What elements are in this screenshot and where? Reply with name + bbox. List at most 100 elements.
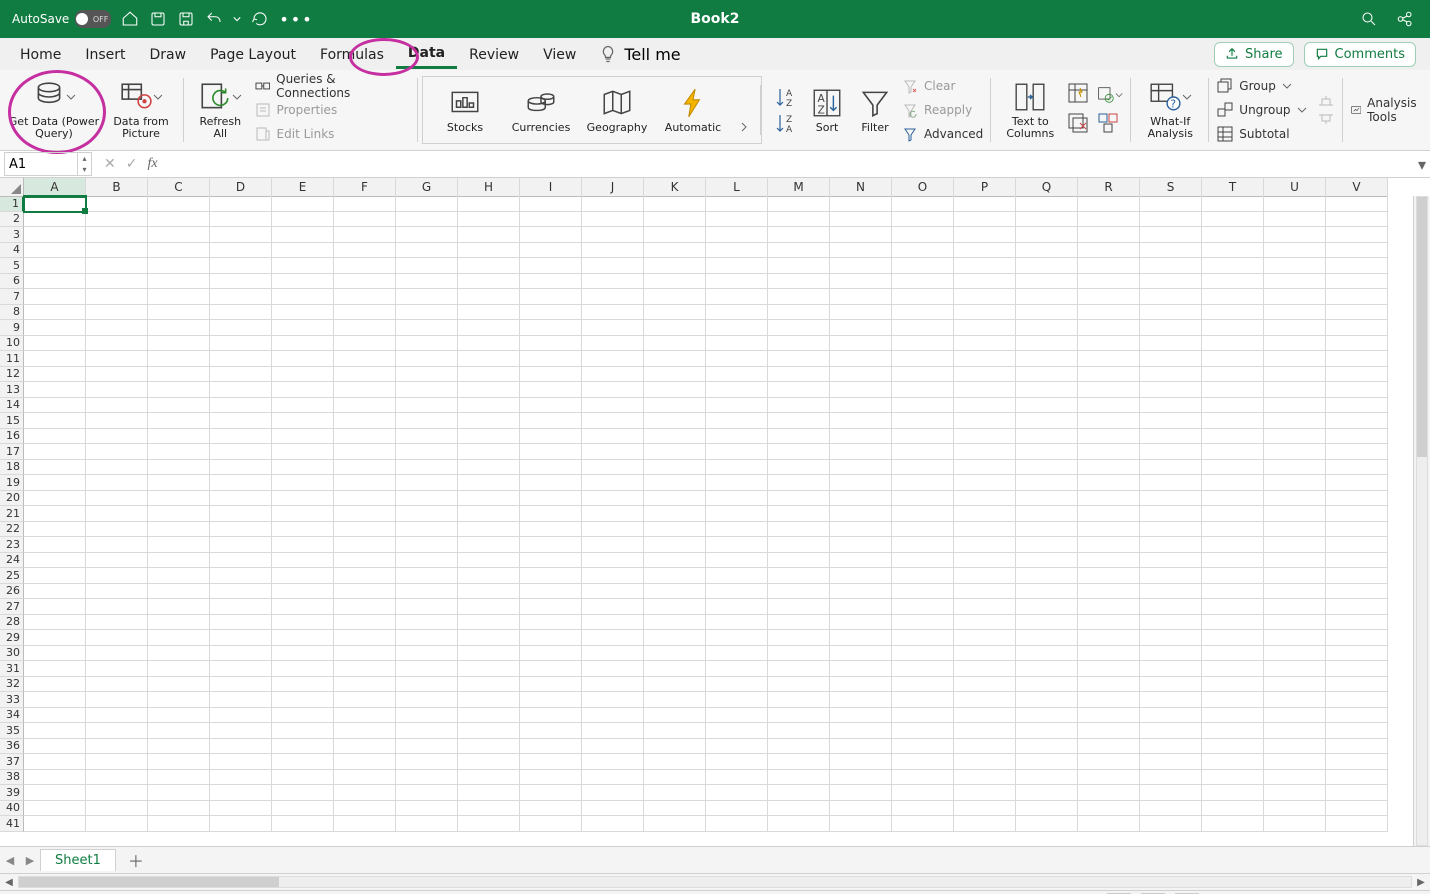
row-header[interactable]: 34 bbox=[0, 708, 24, 724]
cell[interactable] bbox=[892, 274, 954, 290]
cell[interactable] bbox=[954, 243, 1016, 259]
cell[interactable] bbox=[768, 646, 830, 662]
cell[interactable] bbox=[1326, 553, 1388, 569]
cell[interactable] bbox=[334, 553, 396, 569]
cell[interactable] bbox=[1078, 243, 1140, 259]
cell[interactable] bbox=[706, 646, 768, 662]
cell[interactable] bbox=[1078, 522, 1140, 538]
cell[interactable] bbox=[892, 336, 954, 352]
cell[interactable] bbox=[1264, 723, 1326, 739]
cell[interactable] bbox=[148, 258, 210, 274]
row-header[interactable]: 3 bbox=[0, 227, 24, 243]
cell[interactable] bbox=[954, 227, 1016, 243]
cell[interactable] bbox=[706, 274, 768, 290]
cell[interactable] bbox=[1202, 274, 1264, 290]
cell[interactable] bbox=[458, 677, 520, 693]
cell[interactable] bbox=[830, 661, 892, 677]
cell[interactable] bbox=[148, 351, 210, 367]
cell[interactable] bbox=[272, 336, 334, 352]
cell[interactable] bbox=[1202, 754, 1264, 770]
cell[interactable] bbox=[334, 584, 396, 600]
cell[interactable] bbox=[644, 646, 706, 662]
cell[interactable] bbox=[458, 553, 520, 569]
column-header[interactable]: B bbox=[86, 178, 148, 197]
cell[interactable] bbox=[1326, 351, 1388, 367]
cell[interactable] bbox=[768, 739, 830, 755]
cell[interactable] bbox=[458, 429, 520, 445]
redo-icon[interactable] bbox=[251, 10, 269, 28]
cell[interactable] bbox=[458, 258, 520, 274]
cell[interactable] bbox=[954, 754, 1016, 770]
cell[interactable] bbox=[334, 367, 396, 383]
cell[interactable] bbox=[210, 212, 272, 228]
column-header[interactable]: O bbox=[892, 178, 954, 197]
cell[interactable] bbox=[520, 537, 582, 553]
cell[interactable] bbox=[892, 754, 954, 770]
cell[interactable] bbox=[458, 196, 520, 212]
cell[interactable] bbox=[954, 630, 1016, 646]
cell[interactable] bbox=[1016, 289, 1078, 305]
cell[interactable] bbox=[148, 475, 210, 491]
cell[interactable] bbox=[272, 491, 334, 507]
autosave-switch[interactable]: OFF bbox=[75, 10, 111, 28]
cell[interactable] bbox=[334, 739, 396, 755]
cell[interactable] bbox=[396, 227, 458, 243]
cell[interactable] bbox=[520, 227, 582, 243]
cell[interactable] bbox=[1326, 460, 1388, 476]
cell[interactable] bbox=[1202, 227, 1264, 243]
namebox-down-icon[interactable]: ▾ bbox=[77, 164, 91, 175]
cell[interactable] bbox=[1078, 227, 1140, 243]
cell[interactable] bbox=[830, 692, 892, 708]
cell[interactable] bbox=[148, 785, 210, 801]
cell[interactable] bbox=[458, 336, 520, 352]
cell[interactable] bbox=[1140, 537, 1202, 553]
cell[interactable] bbox=[272, 243, 334, 259]
cell[interactable] bbox=[210, 692, 272, 708]
tab-data[interactable]: Data bbox=[396, 39, 457, 69]
cell[interactable] bbox=[24, 708, 86, 724]
cell[interactable] bbox=[334, 460, 396, 476]
cell[interactable] bbox=[1326, 243, 1388, 259]
cell[interactable] bbox=[582, 227, 644, 243]
cell[interactable] bbox=[768, 584, 830, 600]
remove-duplicates-icon[interactable] bbox=[1067, 112, 1089, 134]
cell[interactable] bbox=[954, 460, 1016, 476]
add-sheet-button[interactable]: ＋ bbox=[124, 848, 148, 872]
cell[interactable] bbox=[1264, 212, 1326, 228]
row-header[interactable]: 41 bbox=[0, 816, 24, 832]
row-header[interactable]: 29 bbox=[0, 630, 24, 646]
row-header[interactable]: 18 bbox=[0, 460, 24, 476]
cell[interactable] bbox=[830, 646, 892, 662]
row-header[interactable]: 17 bbox=[0, 444, 24, 460]
cell[interactable] bbox=[458, 522, 520, 538]
cell[interactable] bbox=[148, 320, 210, 336]
cell[interactable] bbox=[1202, 475, 1264, 491]
cell[interactable] bbox=[1140, 661, 1202, 677]
cell[interactable] bbox=[644, 444, 706, 460]
cell[interactable] bbox=[334, 491, 396, 507]
cell[interactable] bbox=[1264, 274, 1326, 290]
cell[interactable] bbox=[86, 599, 148, 615]
cell[interactable] bbox=[768, 351, 830, 367]
cell[interactable] bbox=[644, 289, 706, 305]
cell[interactable] bbox=[768, 367, 830, 383]
cell[interactable] bbox=[458, 723, 520, 739]
column-header[interactable]: S bbox=[1140, 178, 1202, 197]
cell[interactable] bbox=[644, 398, 706, 414]
cell[interactable] bbox=[24, 770, 86, 786]
cell[interactable] bbox=[1078, 289, 1140, 305]
cell[interactable] bbox=[1326, 537, 1388, 553]
tab-draw[interactable]: Draw bbox=[138, 41, 199, 68]
cell[interactable] bbox=[1264, 522, 1326, 538]
cell[interactable] bbox=[210, 289, 272, 305]
cell[interactable] bbox=[86, 289, 148, 305]
cell[interactable] bbox=[1326, 336, 1388, 352]
cell[interactable] bbox=[148, 661, 210, 677]
cell[interactable] bbox=[210, 568, 272, 584]
cell[interactable] bbox=[582, 522, 644, 538]
cell[interactable] bbox=[1202, 553, 1264, 569]
cell[interactable] bbox=[1264, 320, 1326, 336]
cell[interactable] bbox=[582, 258, 644, 274]
cell[interactable] bbox=[396, 708, 458, 724]
cell[interactable] bbox=[1264, 630, 1326, 646]
